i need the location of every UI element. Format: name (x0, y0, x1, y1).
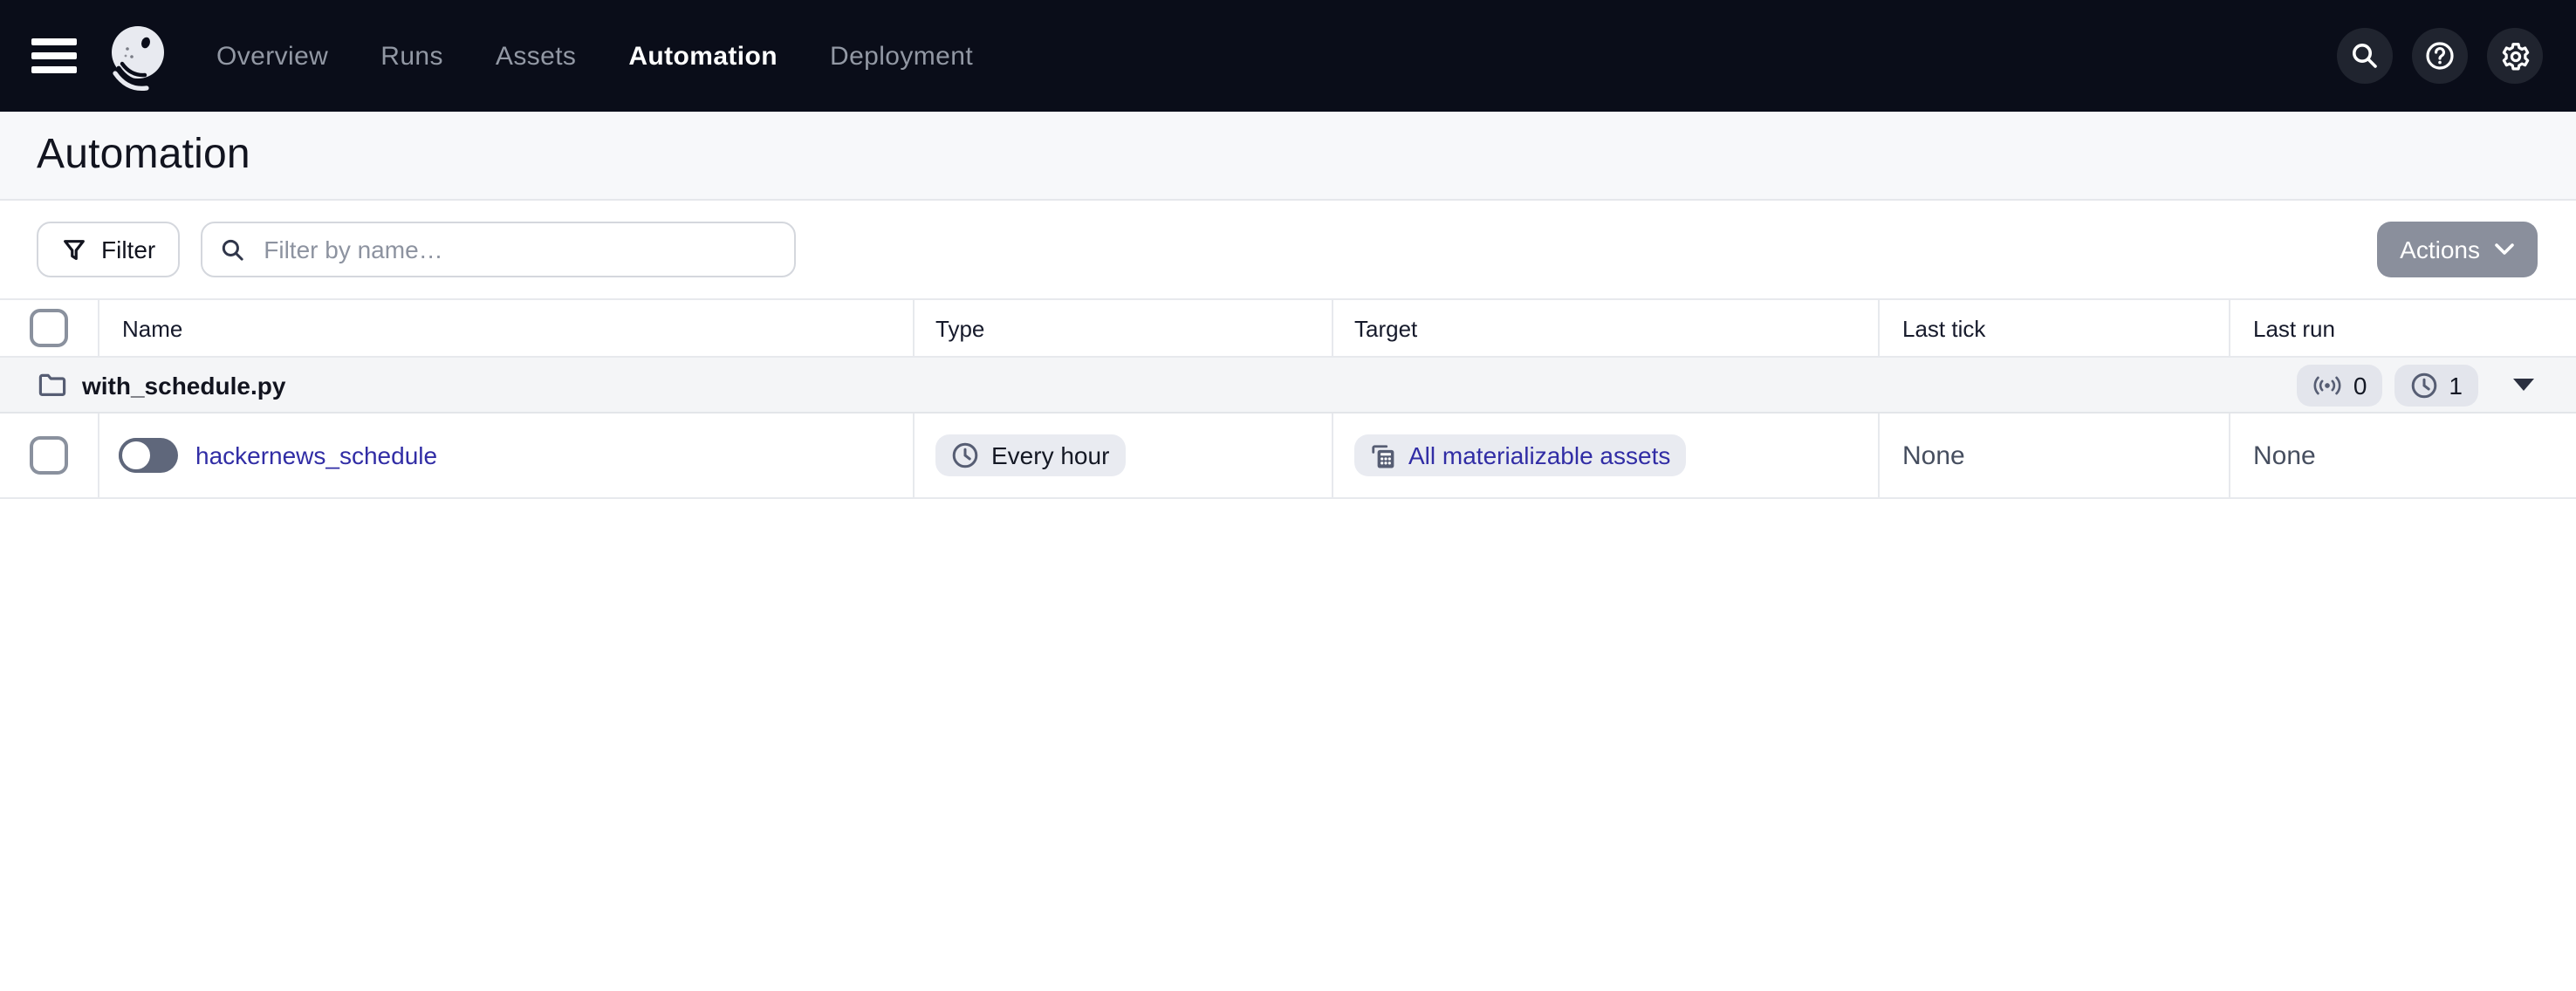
top-nav-bar: Overview Runs Assets Automation Deployme… (0, 0, 2576, 112)
column-header-last-run: Last run (2230, 300, 2576, 356)
select-all-checkbox[interactable] (30, 309, 68, 347)
filter-button-label: Filter (101, 236, 156, 263)
sensor-count: 0 (2353, 371, 2367, 399)
automation-table: Name Type Target Last tick Last run with… (0, 298, 2576, 499)
sensor-count-badge: 0 (2297, 364, 2383, 406)
schedule-count-badge: 1 (2394, 364, 2478, 406)
topbar-actions (2337, 28, 2576, 84)
row-checkbox[interactable] (30, 436, 68, 475)
last-tick-value: None (1902, 441, 1965, 470)
menu-icon[interactable] (19, 21, 89, 91)
nav-item-deployment[interactable]: Deployment (830, 41, 973, 71)
search-input-icon (223, 238, 243, 260)
chevron-down-icon (2495, 243, 2514, 255)
nav-item-runs[interactable]: Runs (380, 41, 443, 71)
search-icon[interactable] (2337, 28, 2393, 84)
column-header-last-tick: Last tick (1880, 300, 2230, 356)
help-icon[interactable] (2412, 28, 2468, 84)
column-header-last-run-label: Last run (2253, 315, 2335, 341)
actions-button-label: Actions (2400, 236, 2480, 263)
schedule-toggle[interactable] (119, 438, 178, 473)
last-run-value: None (2253, 441, 2316, 470)
page-header: Automation (0, 112, 2576, 201)
row-target-cell: All materializable assets (1333, 413, 1880, 497)
folder-icon (38, 372, 66, 395)
nav-item-automation[interactable]: Automation (628, 41, 778, 71)
nav-item-assets[interactable]: Assets (496, 41, 576, 71)
sensor-icon (2314, 375, 2342, 394)
group-row[interactable]: with_schedule.py 0 1 (0, 358, 2576, 413)
column-header-name: Name (99, 300, 915, 356)
row-last-run-cell: None (2230, 413, 2576, 497)
column-header-target-label: Target (1354, 315, 1418, 341)
schedule-type-badge: Every hour (935, 434, 1126, 476)
clock-icon (2412, 372, 2437, 398)
page-title: Automation (37, 131, 250, 178)
target-assets-badge[interactable]: All materializable assets (1354, 434, 1687, 476)
column-header-type: Type (915, 300, 1333, 356)
row-last-tick-cell: None (1880, 413, 2230, 497)
row-name-cell: hackernews_schedule (99, 413, 915, 497)
group-row-left: with_schedule.py (38, 371, 285, 399)
target-assets-label: All materializable assets (1408, 441, 1671, 469)
schedule-type-label: Every hour (991, 441, 1110, 469)
search-box (201, 222, 797, 277)
row-checkbox-cell (0, 413, 99, 497)
schedule-count: 1 (2449, 371, 2463, 399)
column-header-last-tick-label: Last tick (1902, 315, 1986, 341)
expand-caret-icon[interactable] (2513, 379, 2534, 391)
primary-nav: Overview Runs Assets Automation Deployme… (216, 41, 973, 71)
dagster-logo (101, 19, 175, 92)
column-header-type-label: Type (935, 315, 985, 341)
actions-button[interactable]: Actions (2377, 222, 2538, 277)
nav-item-overview[interactable]: Overview (216, 41, 328, 71)
column-header-name-label: Name (122, 315, 183, 341)
gear-icon[interactable] (2487, 28, 2543, 84)
toolbar: Filter Actions (0, 201, 2576, 298)
assets-icon (1372, 444, 1394, 468)
app-window: Overview Runs Assets Automation Deployme… (0, 0, 2576, 991)
column-header-target: Target (1333, 300, 1880, 356)
row-type-cell: Every hour (915, 413, 1333, 497)
group-name: with_schedule.py (82, 371, 286, 399)
filter-button[interactable]: Filter (37, 222, 181, 277)
header-checkbox-cell (0, 300, 99, 356)
group-row-counts: 0 1 (2297, 364, 2534, 406)
clock-icon (952, 442, 978, 468)
search-input[interactable] (260, 234, 778, 265)
table-header-row: Name Type Target Last tick Last run (0, 298, 2576, 358)
schedule-name-link[interactable]: hackernews_schedule (195, 441, 437, 469)
funnel-icon (64, 239, 85, 259)
table-row: hackernews_schedule Every hour All mater… (0, 413, 2576, 499)
toggle-knob (119, 438, 154, 473)
